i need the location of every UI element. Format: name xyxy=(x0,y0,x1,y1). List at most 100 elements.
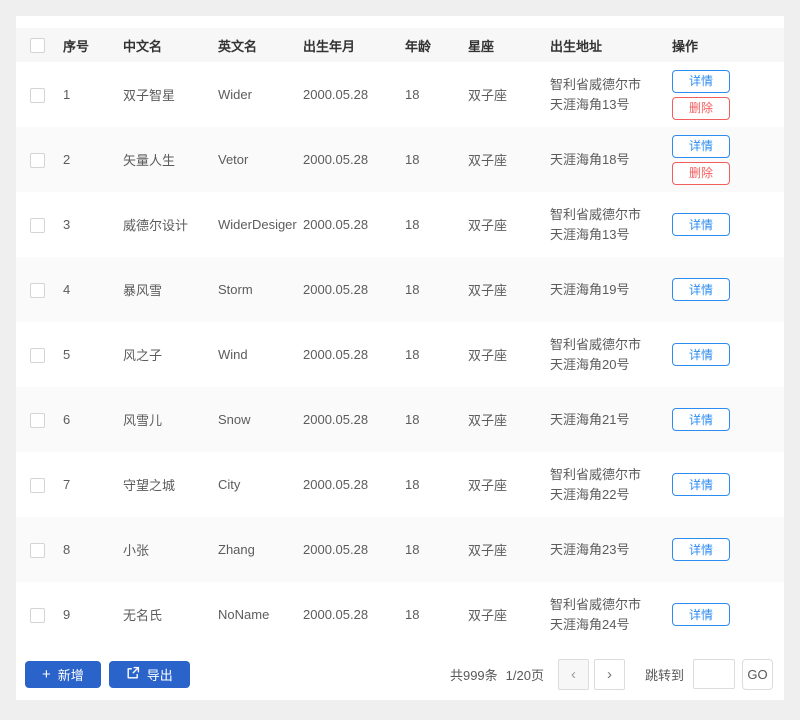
row-en-name: Wind xyxy=(218,347,248,362)
table-row: 7 守望之城 City 2000.05.28 18 双子座 智利省威德尔市 天涯海… xyxy=(16,452,784,517)
row-address: 天涯海角23号 xyxy=(550,517,672,582)
row-index: 2 xyxy=(63,127,123,192)
go-button[interactable]: GO xyxy=(742,658,773,690)
row-zodiac: 双子座 xyxy=(468,478,508,493)
column-header-index: 序号 xyxy=(63,28,123,62)
delete-button[interactable]: 删除 xyxy=(672,161,730,185)
row-birth: 2000.05.28 xyxy=(303,87,369,102)
detail-button[interactable]: 详情 xyxy=(672,278,730,301)
table-row: 9 无名氏 NoName 2000.05.28 18 双子座 智利省威德尔市 天涯… xyxy=(16,582,784,647)
row-checkbox[interactable] xyxy=(30,477,45,493)
column-header-en-name: 英文名 xyxy=(218,28,303,62)
row-checkbox[interactable] xyxy=(30,347,45,363)
row-cn-name: 无名氏 xyxy=(123,608,163,623)
row-actions: 详情 xyxy=(672,452,784,517)
row-checkbox[interactable] xyxy=(30,607,45,623)
row-address: 智利省威德尔市 天涯海角13号 xyxy=(550,206,642,242)
row-birth: 2000.05.28 xyxy=(303,517,405,582)
row-zodiac: 双子座 xyxy=(468,257,550,322)
row-checkbox[interactable] xyxy=(30,412,45,428)
chevron-right-icon: › xyxy=(606,665,612,683)
row-checkbox[interactable] xyxy=(30,542,45,558)
row-address: 智利省威德尔市 天涯海角24号 xyxy=(550,596,642,632)
row-actions: 详情 xyxy=(672,192,784,257)
detail-button[interactable]: 详情 xyxy=(672,343,730,366)
row-zodiac: 双子座 xyxy=(468,387,550,452)
row-birth: 2000.05.28 xyxy=(303,477,369,492)
column-header-actions: 操作 xyxy=(672,28,784,62)
row-cn-name: 暴风雪 xyxy=(123,257,218,322)
detail-button[interactable]: 详情 xyxy=(672,473,730,496)
row-zodiac: 双子座 xyxy=(468,608,508,623)
row-index: 7 xyxy=(63,477,71,492)
delete-button[interactable]: 删除 xyxy=(672,96,730,120)
row-en-name: Vetor xyxy=(218,127,303,192)
row-cn-name: 守望之城 xyxy=(123,478,176,493)
row-index: 9 xyxy=(63,607,71,622)
row-cn-name: 风雪儿 xyxy=(123,387,218,452)
jump-page-input[interactable] xyxy=(693,659,735,689)
row-zodiac: 双子座 xyxy=(468,88,508,103)
plus-icon: + xyxy=(42,665,51,683)
row-birth: 2000.05.28 xyxy=(303,347,369,362)
row-index: 3 xyxy=(63,217,71,232)
row-index: 6 xyxy=(63,387,123,452)
row-cn-name: 威德尔设计 xyxy=(123,218,189,233)
row-age: 18 xyxy=(405,257,468,322)
detail-button[interactable]: 详情 xyxy=(672,134,730,158)
row-birth: 2000.05.28 xyxy=(303,387,405,452)
pagination: 共999条 1/20页 ‹ › 跳转到 GO xyxy=(450,658,773,690)
row-en-name: Storm xyxy=(218,257,303,322)
detail-button[interactable]: 详情 xyxy=(672,69,730,93)
row-en-name: WiderDesiger xyxy=(218,217,297,232)
add-button-label: 新增 xyxy=(57,667,84,683)
table-row: 8 小张 Zhang 2000.05.28 18 双子座 天涯海角23号 详情 xyxy=(16,517,784,582)
add-button[interactable]: + 新增 xyxy=(25,660,101,688)
row-checkbox[interactable] xyxy=(30,152,45,168)
row-en-name: Snow xyxy=(218,387,303,452)
table-card: 序号 中文名 英文名 出生年月 年龄 星座 出生地址 操作 1 双子智星 Wid… xyxy=(16,16,784,700)
row-checkbox[interactable] xyxy=(30,87,45,103)
row-checkbox[interactable] xyxy=(30,282,45,298)
row-en-name: City xyxy=(218,477,241,492)
detail-button[interactable]: 详情 xyxy=(672,603,730,626)
column-header-age: 年龄 xyxy=(405,28,468,62)
row-index: 5 xyxy=(63,347,71,362)
row-zodiac: 双子座 xyxy=(468,348,508,363)
row-checkbox[interactable] xyxy=(30,217,45,233)
detail-button[interactable]: 详情 xyxy=(672,408,730,431)
data-table: 序号 中文名 英文名 出生年月 年龄 星座 出生地址 操作 1 双子智星 Wid… xyxy=(16,28,784,647)
row-zodiac: 双子座 xyxy=(468,218,508,233)
row-address: 智利省威德尔市 天涯海角13号 xyxy=(550,76,642,112)
row-actions: 详情 xyxy=(672,257,784,322)
row-actions: 详情 xyxy=(672,517,784,582)
row-actions: 详情 删除 xyxy=(672,127,784,192)
row-age: 18 xyxy=(405,387,468,452)
column-header-zodiac: 星座 xyxy=(468,28,550,62)
detail-button[interactable]: 详情 xyxy=(672,538,730,561)
row-actions: 详情 xyxy=(672,582,784,647)
row-age: 18 xyxy=(405,217,420,232)
row-birth: 2000.05.28 xyxy=(303,607,369,622)
row-birth: 2000.05.28 xyxy=(303,217,369,232)
export-button-label: 导出 xyxy=(146,667,173,683)
select-all-checkbox[interactable] xyxy=(30,38,45,54)
prev-page-button[interactable]: ‹ xyxy=(557,658,589,690)
export-button[interactable]: 导出 xyxy=(108,660,190,688)
column-header-address: 出生地址 xyxy=(550,28,672,62)
row-birth: 2000.05.28 xyxy=(303,257,405,322)
row-birth: 2000.05.28 xyxy=(303,127,405,192)
row-en-name: Zhang xyxy=(218,517,303,582)
row-address: 天涯海角21号 xyxy=(550,387,672,452)
detail-button[interactable]: 详情 xyxy=(672,213,730,236)
column-header-birth: 出生年月 xyxy=(303,28,405,62)
row-age: 18 xyxy=(405,477,420,492)
jump-to-label: 跳转到 xyxy=(644,667,684,683)
next-page-button[interactable]: › xyxy=(593,658,625,690)
export-icon xyxy=(126,666,140,683)
row-age: 18 xyxy=(405,607,420,622)
row-index: 8 xyxy=(63,517,123,582)
table-row: 6 风雪儿 Snow 2000.05.28 18 双子座 天涯海角21号 详情 xyxy=(16,387,784,452)
row-actions: 详情 xyxy=(672,322,784,387)
row-address: 天涯海角18号 xyxy=(550,127,672,192)
